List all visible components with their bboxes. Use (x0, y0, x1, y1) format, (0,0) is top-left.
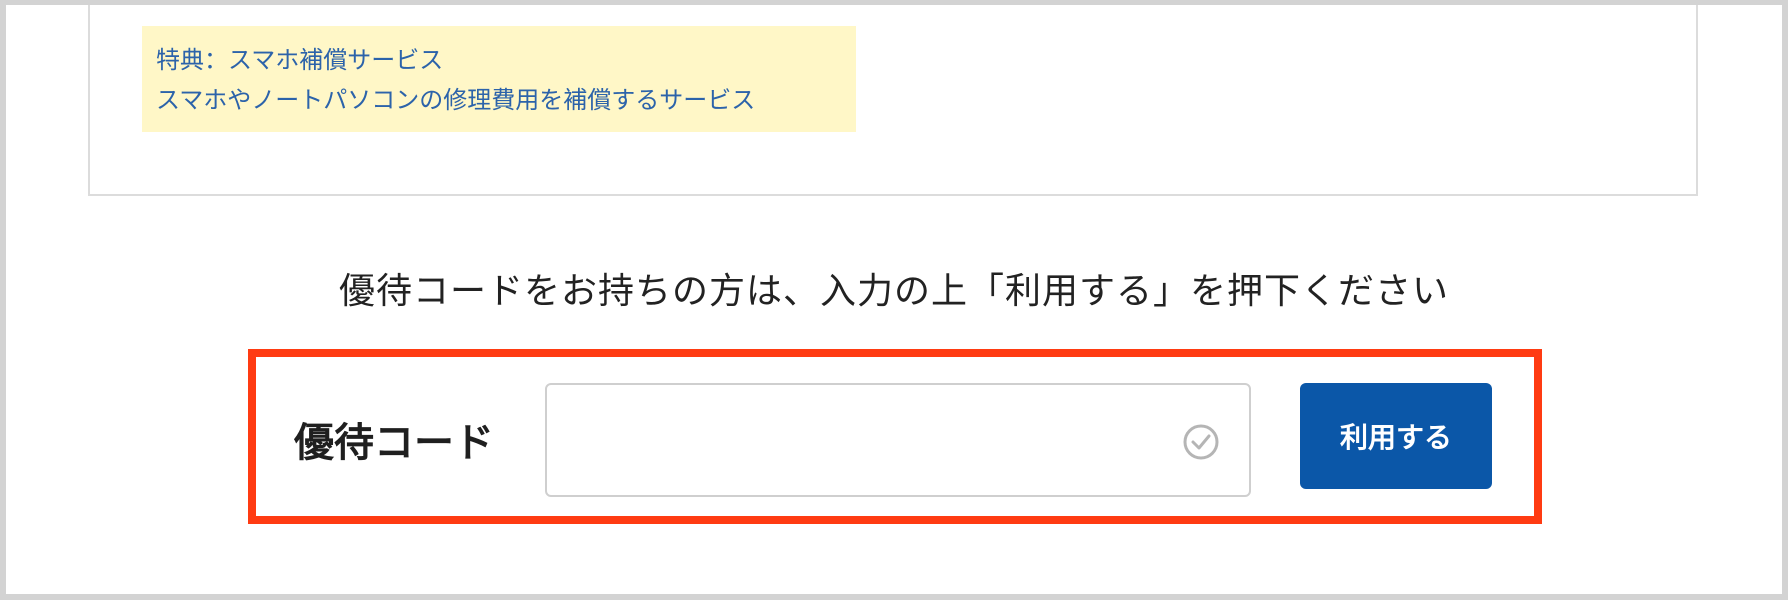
apply-coupon-button[interactable]: 利用する (1300, 383, 1492, 489)
benefit-title: 特典：スマホ補償サービス (156, 46, 444, 74)
benefit-notice: 特典：スマホ補償サービス スマホやノートパソコンの修理費用を補償するサービス (142, 26, 856, 132)
coupon-code-input[interactable] (547, 385, 1249, 495)
coupon-code-field[interactable] (545, 383, 1251, 497)
benefit-description: スマホやノートパソコンの修理費用を補償するサービス (156, 86, 756, 114)
check-circle-icon (1183, 424, 1219, 460)
coupon-code-label: 優待コード (294, 420, 494, 466)
coupon-instruction: 優待コードをお持ちの方は、入力の上「利用する」を押下ください (338, 271, 1449, 312)
plan-info-card: 特典：スマホ補償サービス スマホやノートパソコンの修理費用を補償するサービス (88, 0, 1698, 196)
